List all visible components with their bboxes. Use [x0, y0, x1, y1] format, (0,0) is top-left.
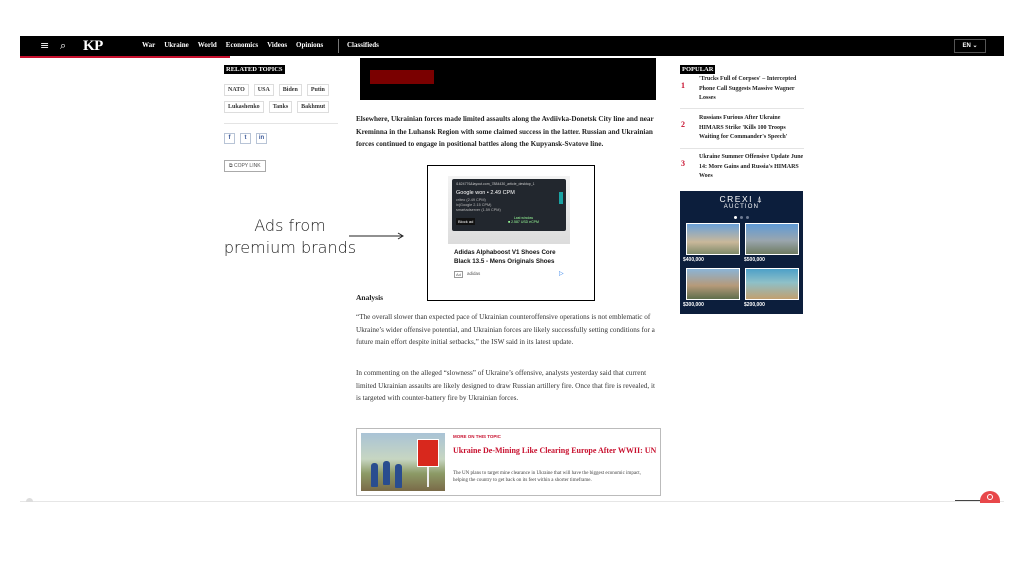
section-heading: Analysis	[356, 293, 384, 302]
topic-tag[interactable]: Bakhmut	[297, 101, 330, 113]
ad-card[interactable]: i1624776&layout.com_7884430_article_desk…	[448, 176, 570, 288]
nav-divider	[338, 39, 339, 53]
property-price: $200,000	[744, 302, 765, 308]
article-paragraph: Elsewhere, Ukrainian forces made limited…	[356, 115, 654, 148]
topic-tag[interactable]: NATO	[224, 84, 249, 96]
ad-popup-url: i1624776&layout.com_7884430_article_desk…	[456, 182, 535, 186]
topic-tag[interactable]: Putin	[306, 84, 329, 96]
more-on-topic-title[interactable]: Ukraine De-Mining Like Clearing Europe A…	[453, 445, 657, 456]
topic-tag[interactable]: Tanks	[268, 101, 293, 113]
ad-popup-winner: Google won • 2.49 CPM	[456, 190, 515, 196]
topic-tag[interactable]: Biden	[278, 84, 302, 96]
figure-shape	[395, 464, 402, 488]
popular-rank: 2	[681, 120, 685, 129]
facebook-icon[interactable]: f	[224, 133, 235, 144]
floating-action-button[interactable]	[980, 491, 1000, 503]
search-icon[interactable]: ⌕	[60, 40, 66, 52]
ad-badge: Ad	[454, 271, 463, 278]
property-price: $400,000	[683, 257, 704, 263]
ad-popup-last-window: Last window ■ 2.587 USD eCPM	[508, 216, 539, 224]
language-selector[interactable]: EN ⌄	[954, 39, 986, 53]
ad-popup-bid: ix(Google 2.15 CPM)	[456, 203, 492, 207]
property-price: $300,000	[683, 302, 704, 308]
nav-item-economics[interactable]: Economics	[226, 41, 258, 49]
site-logo[interactable]: KP	[83, 38, 103, 55]
annotation-line: Ads from	[254, 216, 326, 235]
video-player[interactable]	[360, 58, 656, 100]
nav-item-ukraine[interactable]: Ukraine	[164, 41, 189, 49]
mine-warning-sign	[417, 439, 439, 467]
nav-item-opinions[interactable]: Opinions	[296, 41, 323, 49]
carousel-dots[interactable]	[734, 216, 749, 219]
more-on-topic-image[interactable]	[361, 433, 445, 491]
twitter-icon[interactable]: t	[240, 133, 251, 144]
property-price: $500,000	[744, 257, 765, 263]
annotation-line: premium brands	[223, 238, 357, 257]
ad-image[interactable]: i1624776&layout.com_7884430_article_desk…	[448, 176, 570, 244]
left-sidebar: RELATED TOPICS NATO USA Biden Putin Luka…	[224, 58, 338, 172]
ad-popup-bid: criteo (2.49 CPM)	[456, 198, 486, 202]
nav-accent-line	[20, 56, 230, 58]
page: ≡ ⌕ KP War Ukraine World Economics Video…	[0, 0, 1024, 576]
ad-bid-popup: i1624776&layout.com_7884430_article_desk…	[452, 179, 566, 231]
annotation-callout: Ads from premium brands	[220, 215, 360, 259]
topic-tag[interactable]: USA	[253, 84, 274, 96]
share-buttons: f t in	[224, 133, 338, 144]
nav-menu: War Ukraine World Economics Videos Opini…	[142, 41, 323, 49]
divider	[680, 108, 804, 109]
property-tile[interactable]	[745, 268, 799, 300]
divider	[680, 148, 804, 149]
carousel-dot[interactable]	[740, 216, 743, 219]
ad-popup-bid: smartadserver (1.59 CPM)	[456, 208, 501, 212]
popular-rank: 1	[681, 81, 685, 90]
divider	[224, 123, 338, 124]
scroll-track	[955, 500, 981, 501]
nav-item-classifieds[interactable]: Classifieds	[347, 41, 379, 49]
popular-headline[interactable]: Ukraine Summer Offensive Update June 14:…	[699, 153, 804, 182]
annotation-arrow-icon	[349, 232, 404, 240]
nav-item-war[interactable]: War	[142, 41, 155, 49]
carousel-dot[interactable]	[746, 216, 749, 219]
carousel-dot[interactable]	[734, 216, 737, 219]
page-bottom-edge	[20, 501, 1004, 502]
nav-item-world[interactable]: World	[198, 41, 217, 49]
linkedin-icon[interactable]: in	[256, 133, 267, 144]
ad-highlight-frame: i1624776&layout.com_7884430_article_desk…	[427, 165, 595, 301]
more-on-topic-card[interactable]: MORE ON THIS TOPIC Ukraine De-Mining Lik…	[356, 428, 661, 496]
property-tile[interactable]	[686, 223, 740, 255]
nav-item-videos[interactable]: Videos	[267, 41, 287, 49]
article-paragraph: “The overall slower than expected pace o…	[356, 313, 655, 346]
ad-popup-scrollbar[interactable]	[559, 192, 563, 204]
crexi-auction-ad[interactable]: CREXI ⍋ AUCTION $400,000 $500,000 $300,0…	[680, 191, 803, 314]
sign-post	[427, 467, 429, 487]
copy-link-button[interactable]: ⧉ COPY LINK	[224, 160, 266, 172]
related-topics-list: NATO USA Biden Putin Lukashenko Tanks Ba…	[224, 84, 334, 113]
property-tile[interactable]	[686, 268, 740, 300]
article-paragraph: In commenting on the alleged “slowness” …	[356, 369, 655, 402]
top-nav-bar: ≡ ⌕ KP War Ukraine World Economics Video…	[20, 36, 1004, 58]
popular-title: POPULAR	[680, 65, 716, 74]
topic-tag[interactable]: Lukashenko	[224, 101, 264, 113]
popular-headline[interactable]: 'Trucks Full of Corpses' – Intercepted P…	[699, 75, 804, 104]
property-tile[interactable]	[745, 223, 799, 255]
more-on-topic-description: The UN plans to target mine clearance in…	[453, 471, 641, 483]
popular-headline[interactable]: Russians Furious After Ukraine HIMARS St…	[699, 114, 804, 143]
popular-rank: 3	[681, 159, 685, 168]
block-ad-button[interactable]: Block ad	[456, 218, 476, 225]
ad-title[interactable]: Adidas Alphaboost V1 Shoes Core Black 13…	[454, 248, 566, 266]
circle-icon	[987, 494, 993, 500]
figure-shape	[371, 463, 378, 487]
ad-play-icon[interactable]: ▷	[559, 270, 564, 277]
crexi-subtitle: AUCTION	[723, 204, 760, 210]
scroll-indicator	[26, 498, 33, 502]
related-topics-title: RELATED TOPICS	[224, 65, 285, 74]
ad-brand: adidas	[467, 271, 481, 276]
video-thumbnail-overlay	[370, 70, 434, 84]
right-sidebar: POPULAR 1 'Trucks Full of Corpses' – Int…	[680, 58, 804, 314]
more-on-topic-label: MORE ON THIS TOPIC	[453, 434, 501, 439]
menu-icon[interactable]: ≡	[40, 40, 49, 52]
figure-shape	[383, 461, 390, 485]
